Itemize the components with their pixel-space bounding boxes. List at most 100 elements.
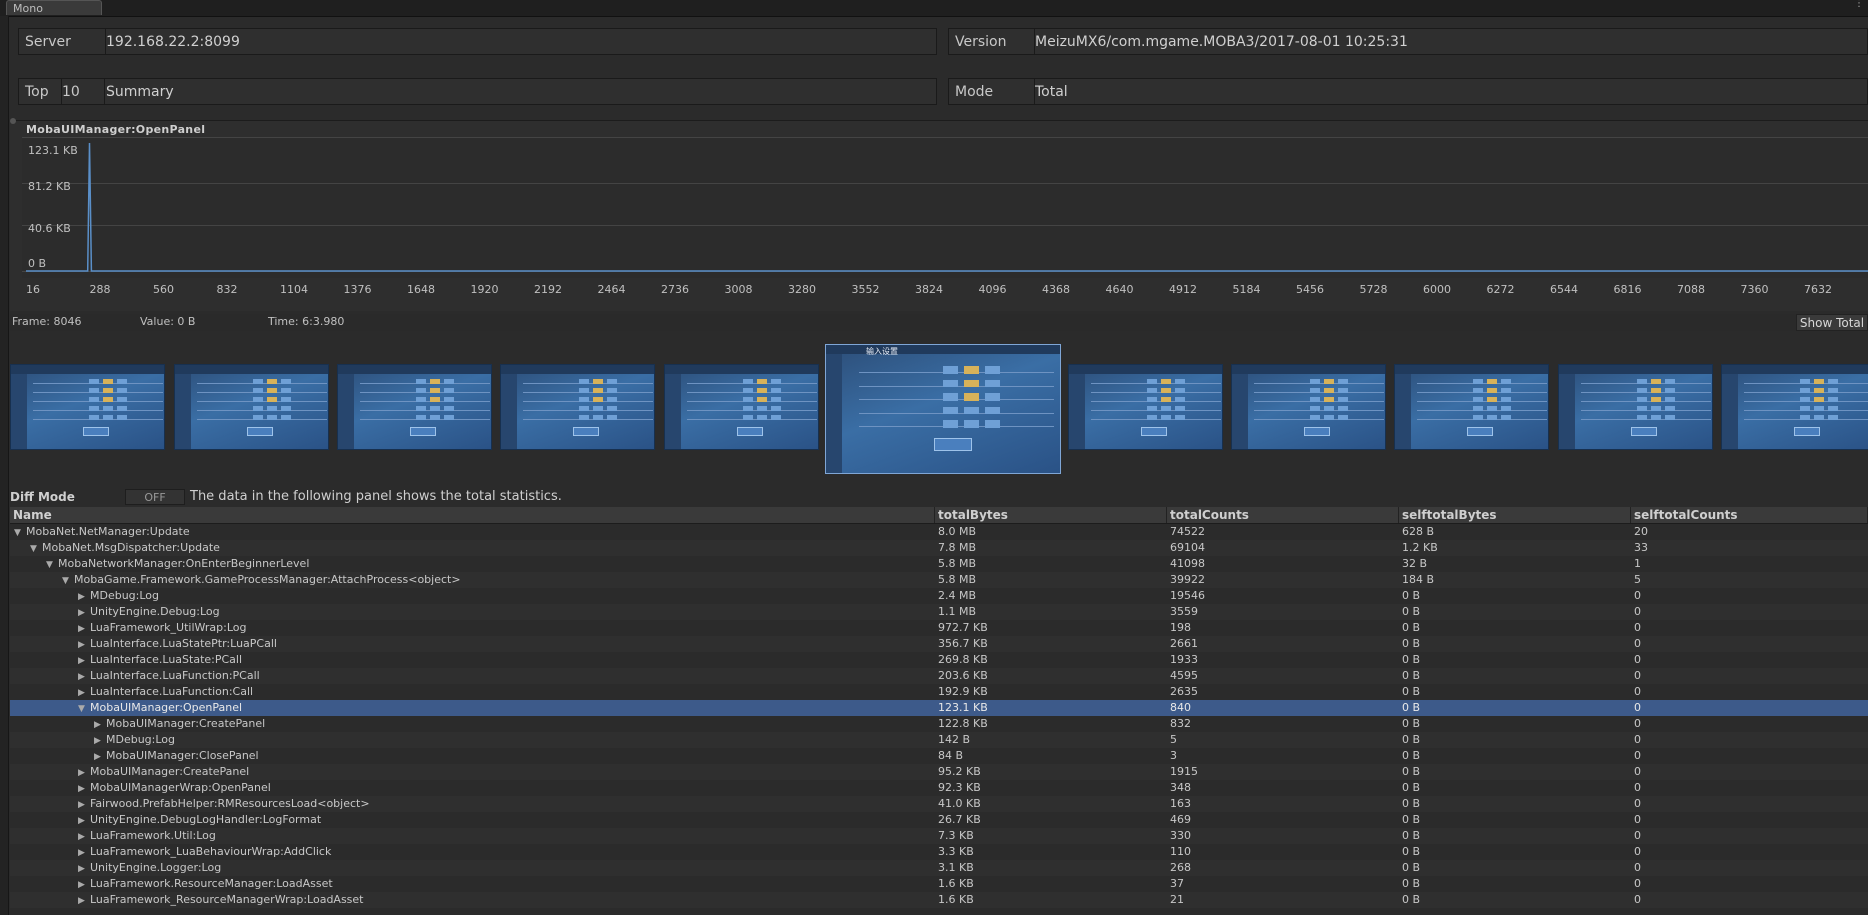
table-row[interactable]: ▼ MobaNet.MsgDispatcher:Update 7.8 MB 69104… bbox=[10, 540, 1868, 556]
frame-thumbnail[interactable] bbox=[10, 364, 165, 450]
table-row[interactable]: ▶ MobaUIManager:CreatePanel 122.8 KB 832 0 B… bbox=[10, 716, 1868, 732]
row-totalcounts: 21 bbox=[1170, 893, 1184, 906]
table-row[interactable]: ▶ Fairwood.PrefabHelper:RMResourcesLoad<o… bbox=[10, 796, 1868, 812]
collapsed-arrow-icon[interactable]: ▶ bbox=[94, 733, 106, 748]
panel-foldout-icon[interactable] bbox=[10, 118, 16, 124]
table-row[interactable]: ▶ LuaInterface.LuaState:PCall 269.8 KB 1933… bbox=[10, 652, 1868, 668]
table-row[interactable]: ▼ MobaNetworkManager:OnEnterBeginnerLevel… bbox=[10, 556, 1868, 572]
server-input[interactable]: 192.168.22.2:8099 bbox=[99, 29, 936, 54]
frame-thumbnail[interactable] bbox=[337, 364, 492, 450]
row-totalbytes: 3.3 KB bbox=[938, 845, 974, 858]
version-field: Version MeizuMX6/com.mgame.MOBA3/2017-08… bbox=[948, 28, 1868, 55]
table-row[interactable]: ▶ MobaUIManager:ClosePanel 84 B 3 0 B 0 bbox=[10, 748, 1868, 764]
collapsed-arrow-icon[interactable]: ▶ bbox=[78, 605, 90, 620]
thumbnail-ok-button bbox=[83, 427, 109, 436]
row-totalcounts: 268 bbox=[1170, 861, 1191, 874]
frame-thumbnail[interactable] bbox=[1068, 364, 1223, 450]
mode-dropdown[interactable]: Total bbox=[1028, 79, 1867, 104]
collapsed-arrow-icon[interactable]: ▶ bbox=[78, 797, 90, 812]
frame-thumbnail[interactable] bbox=[1721, 364, 1868, 450]
collapsed-arrow-icon[interactable]: ▶ bbox=[78, 589, 90, 604]
summary-dropdown[interactable]: Summary bbox=[99, 79, 936, 104]
table-row[interactable]: ▶ UnityEngine.DebugLogHandler:LogFormat 26… bbox=[10, 812, 1868, 828]
table-row[interactable]: ▶ LuaInterface.LuaFunction:PCall 203.6 KB 4… bbox=[10, 668, 1868, 684]
expanded-arrow-icon[interactable]: ▼ bbox=[62, 573, 74, 588]
row-selftotalbytes: 0 B bbox=[1402, 653, 1421, 666]
x-tick-label: 2736 bbox=[661, 283, 689, 296]
show-total-button[interactable]: Show Total bbox=[1796, 314, 1868, 331]
table-row[interactable]: ▶ MobaUIManagerWrap:OpenPanel 92.3 KB 348 0 … bbox=[10, 780, 1868, 796]
table-row[interactable]: ▶ LuaFramework.Util:Log 7.3 KB 330 0 B 0 bbox=[10, 828, 1868, 844]
table-row[interactable]: ▶ MDebug:Log 142 B 5 0 B 0 bbox=[10, 732, 1868, 748]
column-header-name[interactable]: Name bbox=[10, 507, 935, 523]
table-row[interactable]: ▼ MobaNet.NetManager:Update 8.0 MB 74522 628… bbox=[10, 524, 1868, 540]
row-totalcounts: 1915 bbox=[1170, 765, 1198, 778]
row-selftotalcounts: 0 bbox=[1634, 621, 1641, 634]
row-selftotalcounts: 0 bbox=[1634, 685, 1641, 698]
frame-thumbnail[interactable] bbox=[664, 364, 819, 450]
table-row[interactable]: ▼ MobaUIManager:OpenPanel 123.1 KB 840 0 B 0 bbox=[10, 700, 1868, 716]
table-row[interactable]: ▶ MDebug:Log 2.4 MB 19546 0 B 0 bbox=[10, 588, 1868, 604]
frame-thumbnail[interactable] bbox=[174, 364, 329, 450]
expanded-arrow-icon[interactable]: ▼ bbox=[14, 525, 26, 540]
frame-thumbnail[interactable] bbox=[500, 364, 655, 450]
row-totalcounts: 41098 bbox=[1170, 557, 1205, 570]
row-name-text: LuaFramework_UtilWrap:Log bbox=[90, 621, 247, 634]
x-tick-label: 4368 bbox=[1042, 283, 1070, 296]
table-row[interactable]: ▶ UnityEngine.Logger:Log 3.1 KB 268 0 B 0 bbox=[10, 860, 1868, 876]
row-name: ▶ LuaInterface.LuaStatePtr:LuaPCall bbox=[78, 636, 930, 652]
table-row[interactable]: ▶ LuaFramework_UtilWrap:Log 972.7 KB 198 0 B… bbox=[10, 620, 1868, 636]
collapsed-arrow-icon[interactable]: ▶ bbox=[78, 813, 90, 828]
collapsed-arrow-icon[interactable]: ▶ bbox=[78, 621, 90, 636]
collapsed-arrow-icon[interactable]: ▶ bbox=[78, 653, 90, 668]
column-header-selftotalbytes[interactable]: selftotalBytes bbox=[1399, 507, 1631, 523]
frame-thumbnail[interactable] bbox=[1231, 364, 1386, 450]
top-count-input[interactable]: 10 bbox=[56, 79, 105, 104]
diff-mode-toggle[interactable]: OFF bbox=[125, 489, 185, 505]
table-row[interactable]: ▶ LuaInterface.LuaStatePtr:LuaPCall 356.7 … bbox=[10, 636, 1868, 652]
table-row[interactable]: ▶ LuaFramework_ResourceManagerWrap:LoadAs… bbox=[10, 892, 1868, 908]
window-tab[interactable]: Mono bbox=[6, 0, 102, 15]
row-selftotalbytes: 0 B bbox=[1402, 621, 1421, 634]
frame-thumbnail[interactable] bbox=[1394, 364, 1549, 450]
collapsed-arrow-icon[interactable]: ▶ bbox=[78, 893, 90, 908]
collapsed-arrow-icon[interactable]: ▶ bbox=[78, 685, 90, 700]
expanded-arrow-icon[interactable]: ▼ bbox=[46, 557, 58, 572]
thumbnail-ok-button bbox=[1794, 427, 1820, 436]
row-totalbytes: 7.8 MB bbox=[938, 541, 977, 554]
collapsed-arrow-icon[interactable]: ▶ bbox=[78, 861, 90, 876]
column-header-totalbytes[interactable]: totalBytes bbox=[935, 507, 1167, 523]
x-tick-label: 6000 bbox=[1423, 283, 1451, 296]
column-header-totalcounts[interactable]: totalCounts bbox=[1167, 507, 1399, 523]
collapsed-arrow-icon[interactable]: ▶ bbox=[94, 717, 106, 732]
table-row[interactable]: ▶ UnityEngine.Debug:Log 1.1 MB 3559 0 B 0 bbox=[10, 604, 1868, 620]
memory-graph[interactable] bbox=[22, 137, 1868, 278]
row-selftotalbytes: 0 B bbox=[1402, 733, 1421, 746]
x-tick-label: 3552 bbox=[851, 283, 880, 296]
row-selftotalcounts: 20 bbox=[1634, 525, 1648, 538]
row-totalcounts: 39922 bbox=[1170, 573, 1205, 586]
collapsed-arrow-icon[interactable]: ▶ bbox=[78, 669, 90, 684]
frame-thumbnail[interactable] bbox=[1558, 364, 1713, 450]
table-row[interactable]: ▼ MobaGame.Framework.GameProcessManager:A… bbox=[10, 572, 1868, 588]
collapsed-arrow-icon[interactable]: ▶ bbox=[94, 749, 106, 764]
collapsed-arrow-icon[interactable]: ▶ bbox=[78, 781, 90, 796]
selected-frame-thumbnail[interactable]: 输入设置 bbox=[825, 344, 1061, 474]
row-totalcounts: 330 bbox=[1170, 829, 1191, 842]
expanded-arrow-icon[interactable]: ▼ bbox=[30, 541, 42, 556]
collapsed-arrow-icon[interactable]: ▶ bbox=[78, 829, 90, 844]
collapsed-arrow-icon[interactable]: ▶ bbox=[78, 845, 90, 860]
expanded-arrow-icon[interactable]: ▼ bbox=[78, 701, 90, 716]
table-row[interactable]: ▶ MobaUIManager:CreatePanel 95.2 KB 1915 0 B… bbox=[10, 764, 1868, 780]
table-row[interactable]: ▶ LuaInterface.LuaFunction:Call 192.9 KB 26… bbox=[10, 684, 1868, 700]
row-totalbytes: 356.7 KB bbox=[938, 637, 988, 650]
column-header-selftotalcounts[interactable]: selftotalCounts bbox=[1631, 507, 1868, 523]
collapsed-arrow-icon[interactable]: ▶ bbox=[78, 765, 90, 780]
collapsed-arrow-icon[interactable]: ▶ bbox=[78, 637, 90, 652]
row-selftotalcounts: 0 bbox=[1634, 653, 1641, 666]
table-row[interactable]: ▶ LuaFramework_LuaBehaviourWrap:AddClick 3… bbox=[10, 844, 1868, 860]
window-menu-icon[interactable]: ⋮ bbox=[1854, 0, 1864, 9]
table-row[interactable]: ▶ LuaFramework.ResourceManager:LoadAsset 1… bbox=[10, 876, 1868, 892]
row-name-text: UnityEngine.Debug:Log bbox=[90, 605, 220, 618]
collapsed-arrow-icon[interactable]: ▶ bbox=[78, 877, 90, 892]
